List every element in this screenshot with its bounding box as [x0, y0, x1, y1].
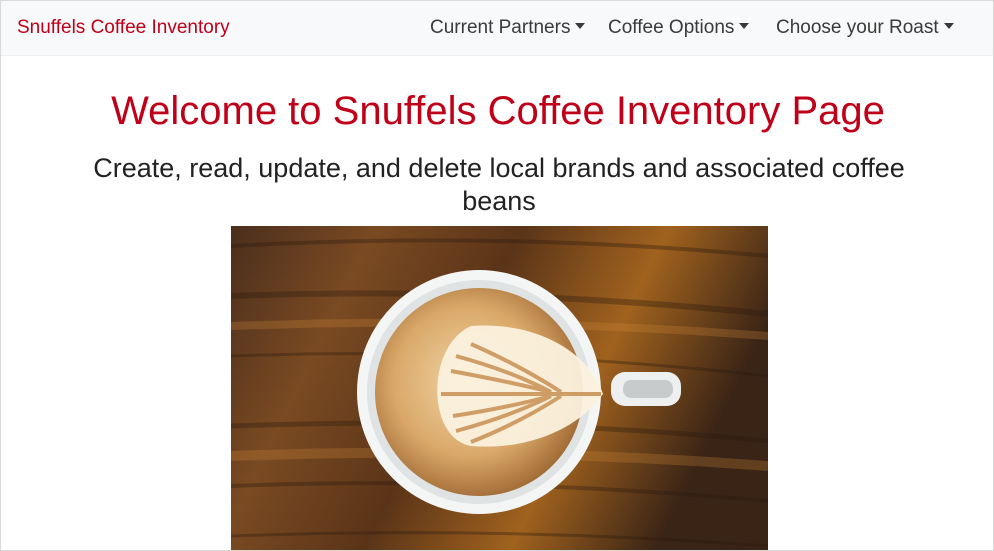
page-frame: Snuffels Coffee Inventory Current Partne… [0, 0, 994, 551]
nav-dropdown-choose-roast[interactable]: Choose your Roast [776, 17, 954, 39]
brand-link[interactable]: Snuffels Coffee Inventory [17, 17, 230, 39]
caret-down-icon [943, 23, 954, 29]
page-subtitle: Create, read, update, and delete local b… [93, 153, 905, 216]
top-navbar: Snuffels Coffee Inventory Current Partne… [1, 1, 993, 56]
nav-dropdown-coffee-options[interactable]: Coffee Options [608, 17, 750, 39]
page-title: Welcome to Snuffels Coffee Inventory Pag… [111, 89, 885, 133]
nav-label: Choose your Roast [776, 17, 939, 38]
caret-down-icon [575, 23, 586, 29]
nav-dropdown-current-partners[interactable]: Current Partners [430, 17, 586, 39]
hero-image-latte [231, 226, 768, 550]
caret-down-icon [739, 23, 750, 29]
nav-label: Coffee Options [608, 17, 735, 38]
nav-label: Current Partners [430, 17, 571, 38]
latte-art-illustration [231, 226, 768, 550]
